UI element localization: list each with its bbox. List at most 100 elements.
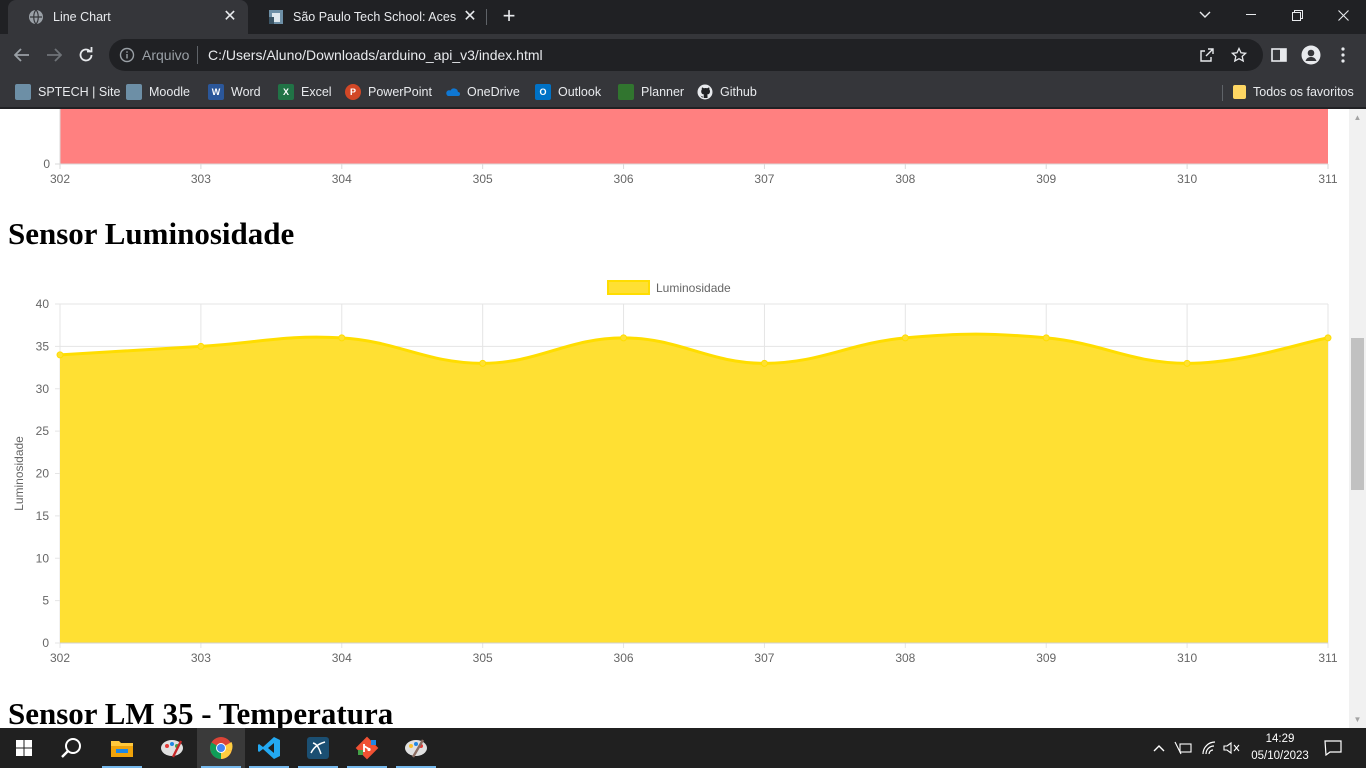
share-icon[interactable] [1198, 46, 1216, 64]
y-tick-label: 15 [36, 509, 50, 523]
x-tick-label: 309 [1036, 651, 1056, 665]
onedrive-icon [444, 84, 460, 100]
menu-kebab-icon[interactable] [1331, 43, 1355, 67]
chrome-icon[interactable] [197, 728, 245, 768]
luminosity-chart: Luminosidade 0 5 10 15 20 25 30 35 40 302 303 304 305… [12, 280, 1338, 665]
minimize-button[interactable] [1228, 0, 1274, 30]
x-tick-label: 303 [191, 172, 211, 186]
data-point [620, 334, 628, 342]
chart-legend: Luminosidade [607, 280, 731, 295]
bookmark-excel[interactable]: X Excel [278, 81, 332, 103]
forward-button[interactable] [41, 42, 67, 68]
x-tick-label: 302 [50, 172, 70, 186]
tab-strip: Line Chart ✕ São Paulo Tech School: Aces… [0, 0, 1366, 34]
bookmark-outlook[interactable]: O Outlook [535, 81, 601, 103]
side-panel-icon[interactable] [1267, 43, 1291, 67]
x-tick-label: 307 [754, 172, 774, 186]
browser-toolbar: Arquivo C:/Users/Aluno/Downloads/arduino… [0, 34, 1366, 76]
legend-label: Luminosidade [656, 281, 731, 295]
area-fill [60, 109, 1328, 164]
system-clock[interactable]: 14:29 05/10/2023 [1247, 731, 1313, 765]
start-icon[interactable] [0, 728, 48, 768]
tab-line-chart[interactable]: Line Chart ✕ [8, 0, 248, 34]
bookmark-label: Planner [641, 85, 685, 99]
profile-icon[interactable] [1299, 43, 1323, 67]
data-point [479, 359, 487, 367]
heading-luminosity: Sensor Luminosidade [8, 216, 295, 251]
y-axis-title: Luminosidade [12, 436, 26, 511]
scroll-thumb[interactable] [1351, 338, 1364, 490]
x-tick-label: 306 [614, 651, 634, 665]
new-tab-button[interactable]: + [497, 5, 521, 29]
data-point [338, 334, 346, 342]
reload-button[interactable] [73, 42, 99, 68]
address-scheme-label: Arquivo [142, 47, 190, 63]
wifi-icon[interactable] [1198, 740, 1220, 756]
bookmark-label: Outlook [558, 85, 602, 99]
x-tick-label: 308 [895, 651, 915, 665]
battery-icon[interactable] [1172, 740, 1194, 756]
data-point [901, 334, 909, 342]
address-url[interactable]: C:/Users/Aluno/Downloads/arduino_api_v3/… [208, 47, 543, 63]
folder-icon [1233, 85, 1246, 99]
notifications-icon[interactable] [1321, 740, 1345, 756]
y-tick-label: 35 [36, 339, 50, 353]
y-tick-label: 0 [42, 636, 49, 650]
git-icon[interactable] [343, 728, 391, 768]
bookmark-github[interactable]: Github [697, 81, 757, 103]
bookmark-label: Github [720, 85, 757, 99]
sptech-icon [269, 10, 283, 24]
x-tick-label: 308 [895, 172, 915, 186]
back-button[interactable] [9, 42, 35, 68]
restore-button[interactable] [1274, 0, 1320, 30]
close-window-button[interactable] [1320, 0, 1366, 30]
paint-icon[interactable] [148, 728, 196, 768]
bookmark-label: OneDrive [467, 85, 520, 99]
bookmark-label: Word [231, 85, 261, 99]
bookmark-label: PowerPoint [368, 85, 432, 99]
data-point [1042, 334, 1050, 342]
heading-temperature: Sensor LM 35 - Temperatura [8, 696, 394, 728]
windows-taskbar: 14:29 05/10/2023 [0, 728, 1366, 768]
bookmarks-divider [1222, 85, 1223, 101]
y-tick-label: 5 [42, 594, 49, 608]
bookmark-word[interactable]: W Word [208, 81, 261, 103]
bookmark-moodle[interactable]: Moodle [126, 81, 190, 103]
sptech-icon [15, 84, 31, 100]
x-tick-label: 305 [473, 651, 493, 665]
page-scrollbar[interactable]: ▲ ▼ [1349, 109, 1366, 728]
temperature-chart-partial: 0302 303 304 305 306 307 308 309 310 311 [43, 109, 1338, 186]
y-tick-label: 25 [36, 424, 50, 438]
x-tick-label: 303 [191, 651, 211, 665]
bookmark-star-icon[interactable] [1230, 46, 1248, 64]
bookmark-powerpoint[interactable]: P PowerPoint [345, 81, 432, 103]
data-point [1324, 334, 1332, 342]
x-tick-label: 310 [1177, 172, 1197, 186]
bookmark-sptech[interactable]: SPTECH | Site [15, 81, 120, 103]
bookmark-onedrive[interactable]: OneDrive [444, 81, 520, 103]
tab-search-chevron-icon[interactable] [1182, 0, 1228, 30]
bookmark-label: Excel [301, 85, 332, 99]
all-bookmarks-folder[interactable]: Todos os favoritos [1233, 81, 1354, 103]
search-icon[interactable] [48, 728, 96, 768]
file-explorer-icon[interactable] [98, 728, 146, 768]
x-tick-label: 306 [614, 172, 634, 186]
address-divider [197, 46, 198, 64]
paint-3d-icon[interactable] [392, 728, 440, 768]
close-tab-icon[interactable]: ✕ [462, 9, 478, 25]
chevron-up-icon[interactable] [1150, 740, 1168, 756]
github-icon [697, 84, 713, 100]
vscode-icon[interactable] [245, 728, 293, 768]
address-bar[interactable]: Arquivo C:/Users/Aluno/Downloads/arduino… [109, 39, 1263, 71]
scroll-down-icon[interactable]: ▼ [1353, 715, 1362, 724]
info-icon[interactable] [119, 47, 135, 63]
mysql-workbench-icon[interactable] [294, 728, 342, 768]
y-tick-label: 20 [36, 467, 50, 481]
y-tick-label: 40 [36, 297, 50, 311]
bookmark-planner[interactable]: Planner [618, 81, 684, 103]
tab-sptech[interactable]: São Paulo Tech School: Acesso a ✕ [248, 0, 488, 34]
volume-muted-icon[interactable] [1221, 740, 1243, 756]
globe-icon [29, 9, 43, 25]
close-tab-icon[interactable]: ✕ [222, 9, 238, 25]
scroll-up-icon[interactable]: ▲ [1353, 113, 1362, 122]
